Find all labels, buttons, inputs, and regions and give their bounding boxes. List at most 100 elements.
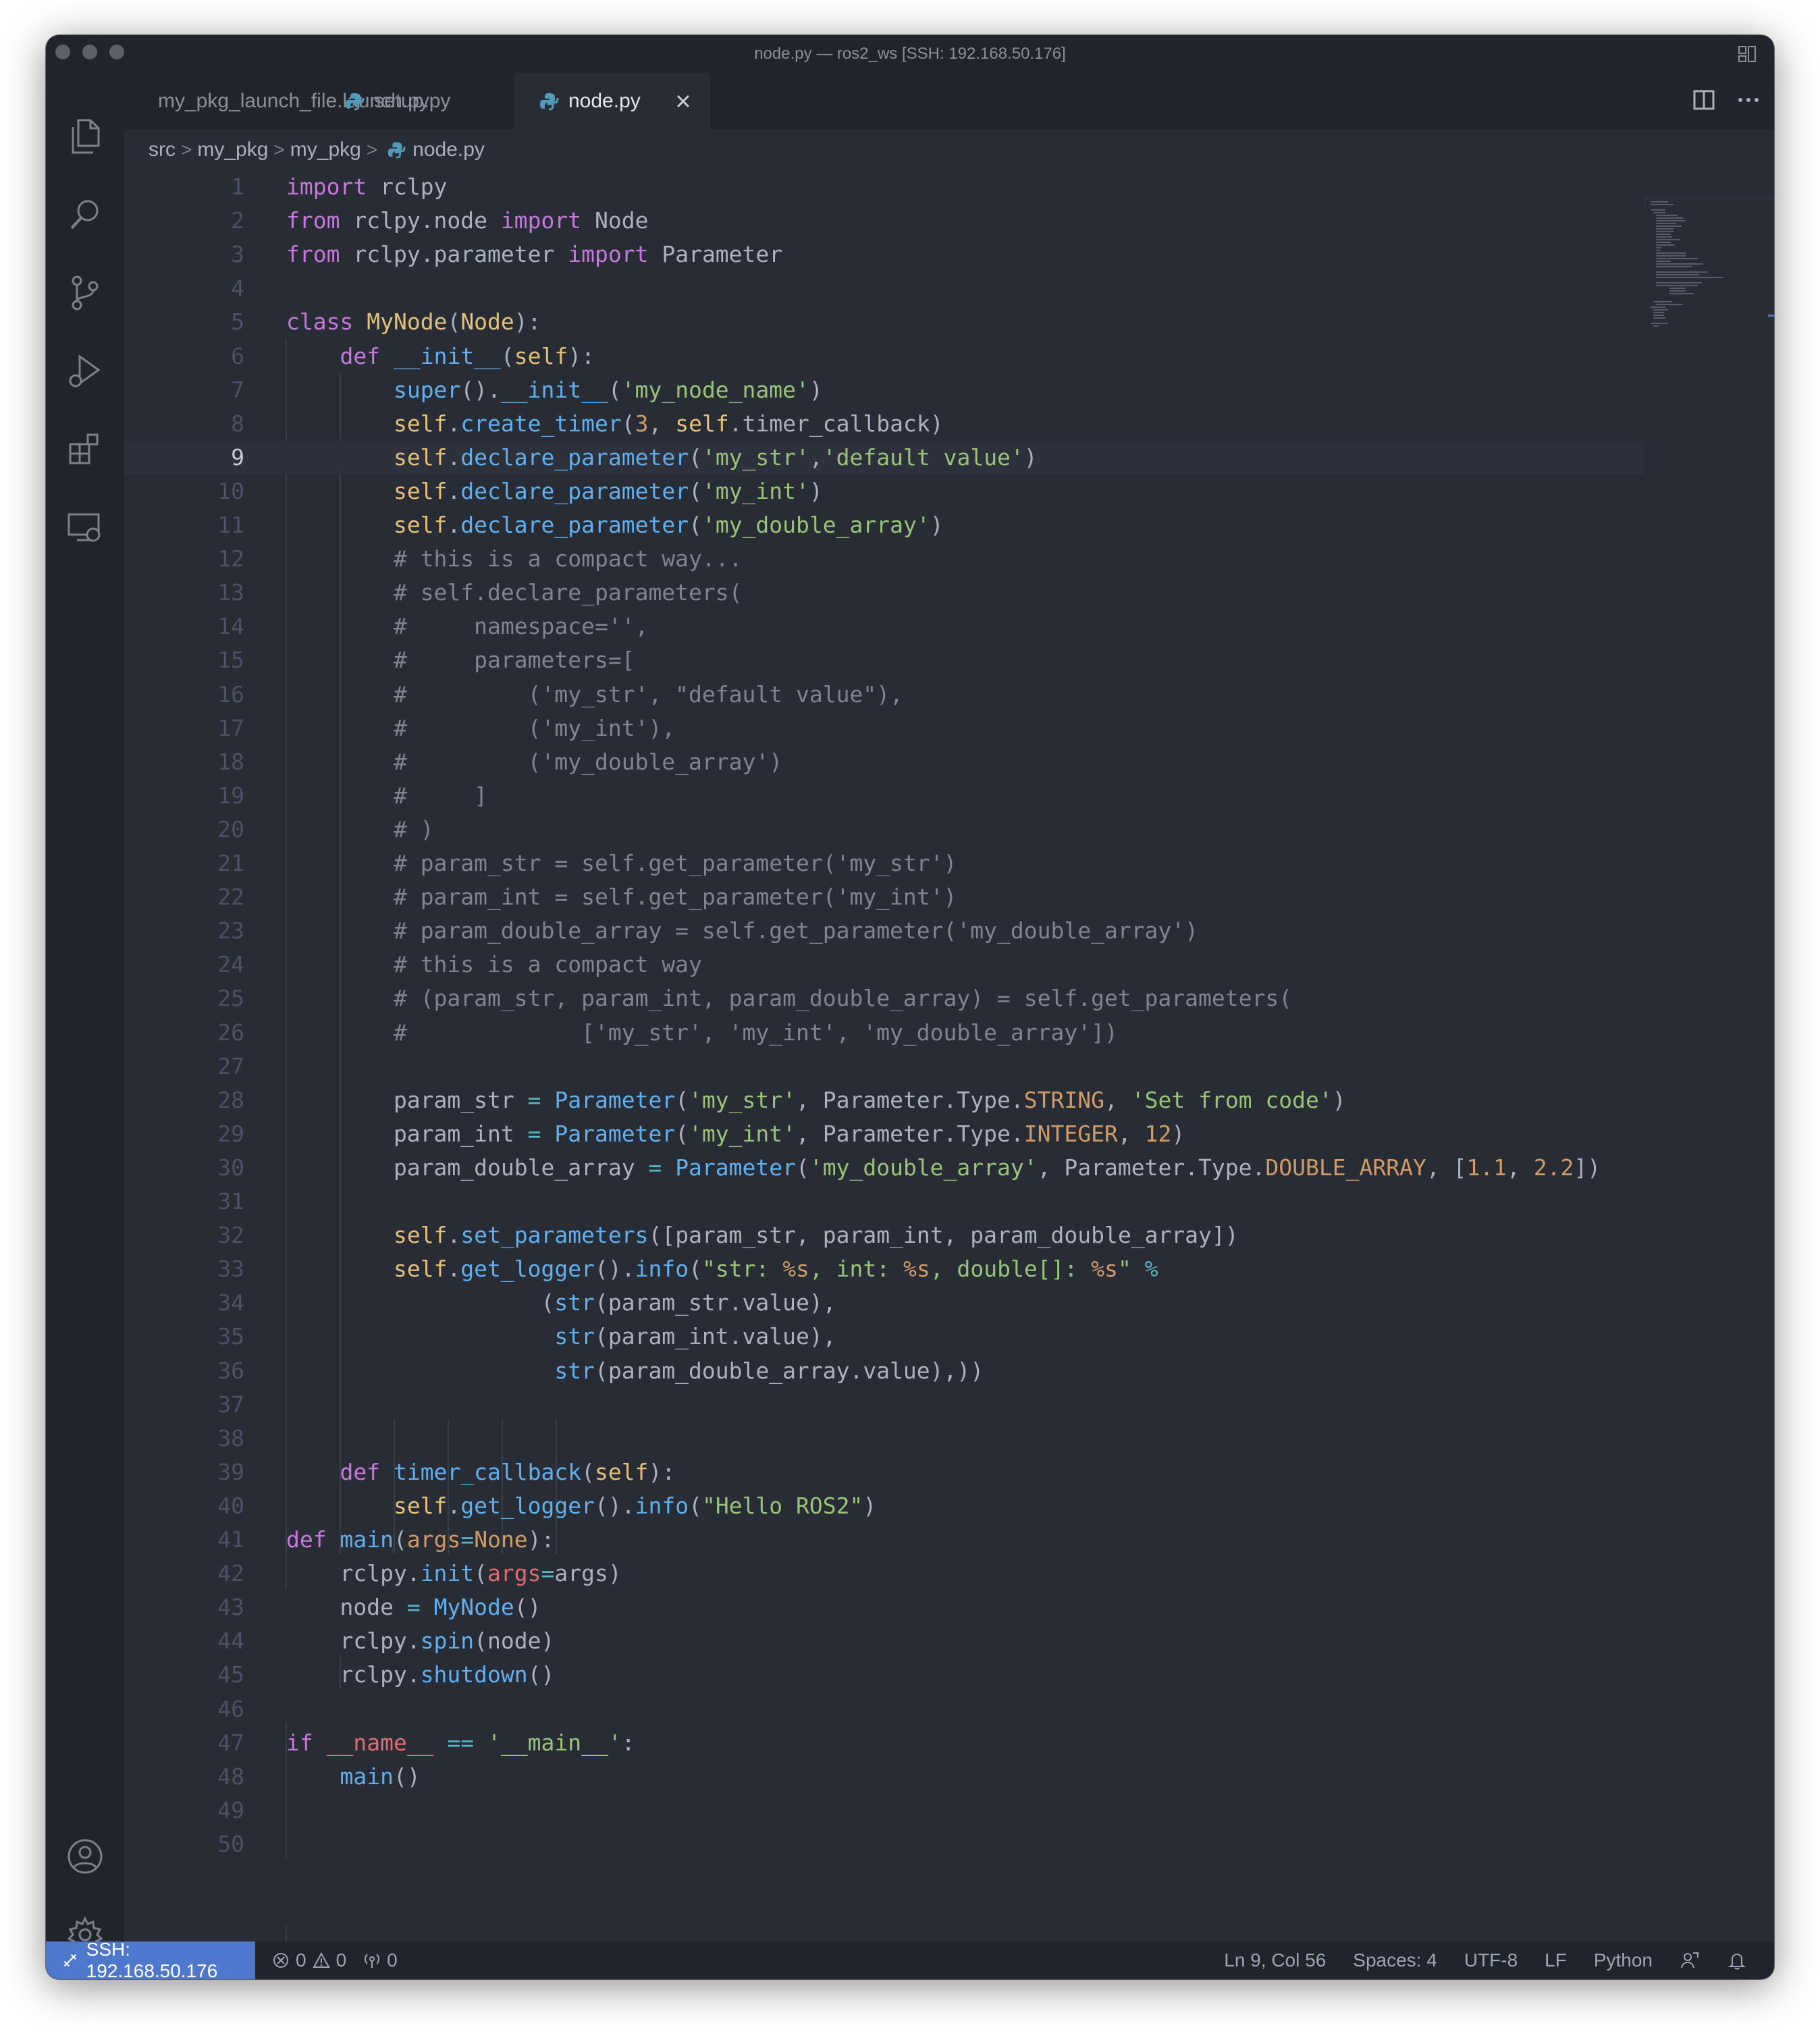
code-line[interactable]: 29 param_int = Parameter('my_int', Param… xyxy=(124,1117,1643,1151)
code-text: param_str = Parameter('my_str', Paramete… xyxy=(286,1083,1346,1117)
code-text: (str(param_str.value), xyxy=(286,1286,836,1320)
code-line[interactable]: 9 self.declare_parameter('my_str','defau… xyxy=(124,441,1643,475)
code-line[interactable]: 3 from rclpy.parameter import Parameter xyxy=(124,238,1643,271)
code-line[interactable]: 28 param_str = Parameter('my_str', Param… xyxy=(124,1083,1643,1117)
code-line[interactable]: 26 # ['my_str', 'my_int', 'my_double_arr… xyxy=(124,1016,1643,1050)
code-line[interactable]: 36 str(param_double_array.value),)) xyxy=(124,1354,1643,1388)
source-control-icon[interactable] xyxy=(63,271,107,315)
code-line[interactable]: 7 super().__init__('my_node_name') xyxy=(124,373,1643,407)
code-line[interactable]: 42 rclpy.init(args=args) xyxy=(124,1557,1643,1590)
code-token: , Parameter.Type. xyxy=(796,1121,1024,1147)
notifications-bell-icon[interactable] xyxy=(1727,1950,1747,1971)
code-line[interactable]: 30 param_double_array = Parameter('my_do… xyxy=(124,1151,1643,1185)
split-editor-icon[interactable] xyxy=(1692,88,1716,112)
code-line[interactable]: 8 self.create_timer(3, self.timer_callba… xyxy=(124,407,1643,441)
code-line[interactable]: 24 # this is a compact way xyxy=(124,948,1643,982)
code-line[interactable]: 10 self.declare_parameter('my_int') xyxy=(124,475,1643,508)
code-line[interactable]: 46 xyxy=(124,1692,1643,1726)
code-token: ( xyxy=(393,1526,407,1553)
code-line[interactable]: 44 rclpy.spin(node) xyxy=(124,1624,1643,1658)
code-token: ( xyxy=(689,444,702,471)
code-token: self xyxy=(393,444,448,471)
code-token: = xyxy=(460,1526,475,1553)
code-line[interactable]: 34 (str(param_str.value), xyxy=(124,1286,1643,1320)
customize-layout-icon[interactable] xyxy=(1736,43,1758,65)
feedback-icon[interactable] xyxy=(1680,1950,1700,1971)
code-line[interactable]: 33 self.get_logger().info("str: %s, int:… xyxy=(124,1252,1643,1286)
code-line[interactable]: 38 xyxy=(124,1422,1643,1455)
code-line[interactable]: 20 # ) xyxy=(124,813,1643,847)
indentation[interactable]: Spaces: 4 xyxy=(1353,1950,1437,1971)
remote-explorer-icon[interactable] xyxy=(63,506,107,550)
code-line[interactable]: 15 # parameters=[ xyxy=(124,643,1643,677)
code-token: def xyxy=(340,343,381,369)
more-actions-icon[interactable] xyxy=(1736,88,1761,112)
code-line[interactable]: 23 # param_double_array = self.get_param… xyxy=(124,914,1643,948)
breadcrumb-item[interactable]: src xyxy=(149,138,176,161)
tab-my-pkg-launch-file[interactable]: my_pkg_launch_file.launch.py xyxy=(124,73,429,130)
code-line[interactable]: 6 def __init__(self): xyxy=(124,340,1643,373)
code-token: (). xyxy=(595,1256,635,1282)
account-icon[interactable] xyxy=(63,1835,107,1878)
cursor-position[interactable]: Ln 9, Col 56 xyxy=(1224,1950,1326,1971)
close-icon[interactable] xyxy=(671,89,695,113)
code-line[interactable]: 19 # ] xyxy=(124,779,1643,813)
line-number: 34 xyxy=(217,1289,244,1316)
breadcrumb-item[interactable]: my_pkg xyxy=(197,138,268,161)
run-debug-icon[interactable] xyxy=(63,350,107,393)
end-of-line[interactable]: LF xyxy=(1545,1950,1567,1971)
code-line[interactable]: 37 xyxy=(124,1388,1643,1422)
code-line[interactable]: 1 import rclpy xyxy=(124,170,1643,204)
close-window-button[interactable] xyxy=(55,45,70,59)
tab-setup-py[interactable]: setup.py xyxy=(320,73,514,130)
breadcrumb-item[interactable]: my_pkg xyxy=(290,138,361,161)
minimap[interactable] xyxy=(1644,170,1774,1941)
minimize-window-button[interactable] xyxy=(82,45,97,59)
code-line[interactable]: 11 self.declare_parameter('my_double_arr… xyxy=(124,508,1643,542)
breadcrumb-item[interactable]: node.py xyxy=(412,138,485,161)
tab-node-py[interactable]: node.py xyxy=(514,73,710,130)
code-line[interactable]: 43 node = MyNode() xyxy=(124,1590,1643,1624)
code-line[interactable]: 16 # ('my_str', "default value"), xyxy=(124,678,1643,712)
code-line[interactable]: 27 xyxy=(124,1050,1643,1083)
code-line[interactable]: 4 xyxy=(124,271,1643,305)
code-line[interactable]: 13 # self.declare_parameters( xyxy=(124,576,1643,610)
code-token: ) xyxy=(863,1493,877,1519)
language-mode[interactable]: Python xyxy=(1594,1950,1653,1971)
code-line[interactable]: 50 xyxy=(124,1827,1643,1861)
code-line[interactable]: 5 class MyNode(Node): xyxy=(124,305,1643,339)
code-line[interactable]: 21 # param_str = self.get_parameter('my_… xyxy=(124,847,1643,880)
code-line[interactable]: 45 rclpy.shutdown() xyxy=(124,1658,1643,1692)
problems-indicator[interactable]: 0 0 xyxy=(271,1950,346,1971)
code-line[interactable]: 48 main() xyxy=(124,1760,1643,1794)
code-line[interactable]: 41 def main(args=None): xyxy=(124,1523,1643,1557)
search-icon[interactable] xyxy=(63,193,107,236)
code-line[interactable]: 39 def timer_callback(self): xyxy=(124,1455,1643,1489)
code-editor[interactable]: 1 import rclpy 2 from rclpy.node import Nod… xyxy=(124,170,1643,1941)
code-line[interactable]: 2 from rclpy.node import Node xyxy=(124,204,1643,238)
code-line[interactable]: 47 if __name__ == '__main__': xyxy=(124,1726,1643,1760)
code-line[interactable]: 35 str(param_int.value), xyxy=(124,1320,1643,1354)
code-line[interactable]: 18 # ('my_double_array') xyxy=(124,745,1643,779)
code-line[interactable]: 32 self.set_parameters([param_str, param… xyxy=(124,1218,1643,1252)
code-token: self xyxy=(393,1256,448,1282)
code-line[interactable]: 12 # this is a compact way... xyxy=(124,542,1643,576)
zoom-window-button[interactable] xyxy=(109,45,124,59)
ports-indicator[interactable]: 0 xyxy=(363,1950,398,1971)
code-line[interactable]: 14 # namespace='', xyxy=(124,610,1643,643)
extensions-icon[interactable] xyxy=(63,428,107,471)
code-line[interactable]: 40 self.get_logger().info("Hello ROS2") xyxy=(124,1489,1643,1523)
code-line[interactable]: 25 # (param_str, param_int, param_double… xyxy=(124,982,1643,1015)
code-line[interactable]: 17 # ('my_int'), xyxy=(124,712,1643,745)
explorer-icon[interactable] xyxy=(63,115,107,158)
code-line[interactable]: 49 xyxy=(124,1794,1643,1827)
encoding[interactable]: UTF-8 xyxy=(1464,1950,1518,1971)
code-line[interactable]: 31 xyxy=(124,1185,1643,1218)
line-number: 31 xyxy=(217,1188,244,1214)
code-line[interactable]: 22 # param_int = self.get_parameter('my_… xyxy=(124,880,1643,914)
code-text: self.declare_parameter('my_str','default… xyxy=(286,441,1038,475)
remote-indicator[interactable]: SSH: 192.168.50.176 xyxy=(46,1939,255,1979)
